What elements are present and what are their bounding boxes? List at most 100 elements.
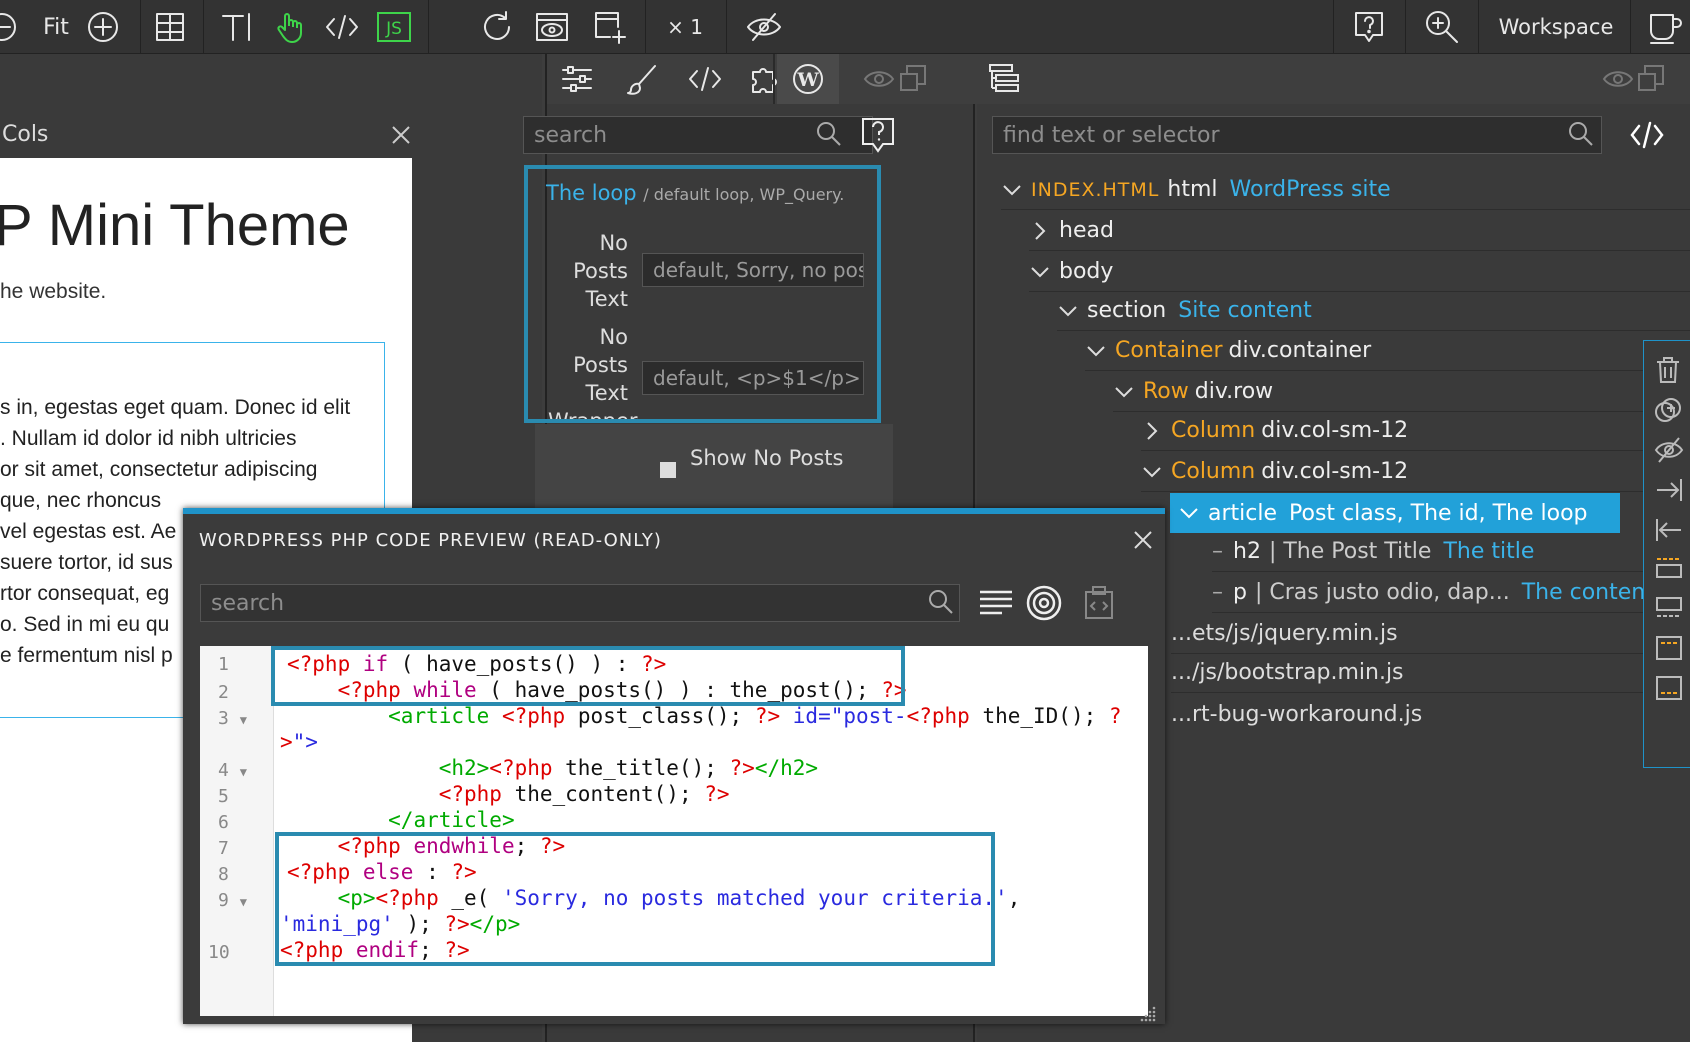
target-icon[interactable] — [1025, 584, 1063, 622]
indent-icon[interactable] — [1654, 475, 1684, 505]
no-posts-text-input[interactable]: default, Sorry, no posts — [642, 253, 864, 287]
tree-row-html[interactable]: INDEX.HTML html WordPress site — [1001, 170, 1690, 210]
code-icon[interactable] — [320, 0, 364, 54]
fold-icon[interactable]: ▼ — [240, 765, 247, 779]
code-line-6: </article> — [388, 808, 515, 832]
outdent-icon[interactable] — [1654, 515, 1684, 545]
no-posts-text-label: No Posts Text — [573, 231, 628, 311]
page-heading: P Mini Theme — [0, 193, 350, 258]
close-icon[interactable] — [390, 124, 412, 146]
loop-title: The loop — [546, 181, 637, 205]
code-tab-icon[interactable] — [687, 62, 723, 96]
tree-row-row[interactable]: Row div.row — [1113, 372, 1690, 412]
chevron-down-icon[interactable] — [1057, 300, 1079, 322]
preview-icon[interactable] — [530, 0, 574, 54]
add-page-icon[interactable] — [588, 0, 632, 54]
loop-section: The loop / default loop, WP_Query. No Po… — [524, 165, 881, 423]
fit-button[interactable]: Fit — [36, 0, 76, 54]
code-viewer[interactable]: 1 2 3 ▼ 4 ▼ 5 6 7 8 9 ▼ 10 <?php if ( ha… — [200, 646, 1148, 1016]
no-posts-wrapper-input[interactable]: default, <p>$1</p> — [642, 361, 864, 395]
chevron-down-icon[interactable] — [1178, 502, 1200, 524]
brush-icon[interactable] — [625, 62, 659, 96]
tree-row-container[interactable]: Container div.container — [1085, 331, 1690, 371]
fold-icon[interactable]: ▼ — [240, 713, 247, 727]
grid-layout-icon[interactable] — [150, 0, 190, 54]
cup-icon[interactable] — [1640, 0, 1690, 54]
search-zoom-icon[interactable] — [1418, 0, 1466, 54]
line-4-number: 4 ▼ — [218, 760, 247, 781]
insert-after-icon[interactable] — [1654, 593, 1684, 623]
tree-row-head[interactable]: head — [1029, 211, 1690, 251]
zoom-level[interactable]: × 1 — [660, 0, 710, 54]
chevron-down-icon[interactable] — [1141, 461, 1163, 483]
dash-icon: – — [1212, 539, 1223, 564]
properties-tabs: W — [547, 54, 977, 104]
no-posts-wrapper-label: No Posts Text Wrapper — [548, 325, 638, 423]
line-9-number: 9 ▼ — [218, 890, 247, 911]
chevron-down-icon[interactable] — [1029, 261, 1051, 283]
text-tool-icon[interactable] — [215, 0, 259, 54]
tree-list-icon[interactable] — [987, 62, 1021, 96]
tree-row-p[interactable]: – p | Cras justo odio, dap... The conten… — [1212, 573, 1690, 613]
help-bubble-icon[interactable] — [860, 116, 896, 154]
chevron-right-icon[interactable] — [1029, 220, 1051, 242]
svg-text:JS: JS — [385, 19, 402, 39]
duplicate-icon[interactable] — [1654, 396, 1682, 426]
wrap-lines-icon[interactable] — [978, 586, 1014, 620]
cols-panel-header: Cols — [0, 118, 412, 158]
php-preview-dialog: WORDPRESS PHP CODE PREVIEW (READ-ONLY) s… — [183, 508, 1165, 1024]
zoom-in-icon[interactable] — [84, 0, 122, 54]
append-icon[interactable] — [1654, 673, 1684, 703]
trash-icon[interactable] — [1654, 355, 1682, 385]
visibility-icon[interactable] — [863, 66, 895, 92]
tree-tabs — [977, 54, 1690, 104]
tree-row-h2[interactable]: – h2 | The Post Title The title — [1212, 532, 1690, 572]
fit-label: Fit — [43, 14, 69, 40]
refresh-icon[interactable] — [475, 0, 519, 54]
tree-detach-icon[interactable] — [1637, 64, 1665, 92]
code-line-5: <?php the_content(); ?> — [438, 782, 730, 806]
code-search-icon — [929, 590, 953, 614]
chevron-down-icon[interactable] — [1085, 340, 1107, 362]
javascript-icon[interactable]: JS — [372, 0, 416, 54]
tree-row-body[interactable]: body — [1029, 252, 1690, 292]
wordpress-tab[interactable]: W — [777, 54, 839, 104]
dash-icon: – — [1212, 580, 1223, 605]
line-3-number: 3 ▼ — [218, 708, 247, 729]
dialog-close-icon[interactable] — [1133, 530, 1153, 550]
tree-row-article-selected[interactable]: article Post class, The id, The loop — [1170, 493, 1620, 533]
detach-icon[interactable] — [899, 64, 927, 92]
code-line-4: <h2><?php the_title(); ?></h2> — [438, 756, 819, 780]
chevron-down-icon[interactable] — [1001, 179, 1023, 201]
chevron-right-icon[interactable] — [1141, 420, 1163, 442]
tree-row-section[interactable]: section Site content — [1057, 291, 1690, 331]
dialog-title: WORDPRESS PHP CODE PREVIEW (READ-ONLY) — [199, 530, 662, 551]
highlight-loop-end — [275, 832, 995, 966]
tree-row-column-1[interactable]: Column div.col-sm-12 — [1141, 411, 1690, 451]
tree-row-column-2[interactable]: Column div.col-sm-12 — [1141, 452, 1690, 492]
tree-search-input[interactable]: find text or selector — [992, 116, 1602, 154]
tree-row-bootstrap[interactable]: .../js/bootstrap.min.js — [1171, 653, 1690, 693]
interaction-hand-icon[interactable] — [268, 0, 312, 54]
svg-text:W: W — [796, 69, 819, 91]
settings-sliders-icon[interactable] — [559, 62, 595, 96]
resize-grip-icon[interactable] — [1138, 1004, 1158, 1024]
copy-code-icon[interactable] — [1083, 584, 1119, 620]
hide-icon[interactable] — [740, 0, 788, 54]
code-search-input[interactable]: search — [200, 584, 960, 622]
tree-row-jquery[interactable]: ...ets/js/jquery.min.js — [1171, 614, 1690, 654]
loop-subtitle: / default loop, WP_Query. — [643, 185, 845, 204]
fold-icon[interactable]: ▼ — [240, 895, 247, 909]
insert-before-icon[interactable] — [1654, 553, 1684, 583]
source-code-icon[interactable] — [1629, 120, 1665, 150]
chevron-down-icon[interactable] — [1113, 381, 1135, 403]
tree-row-workaround[interactable]: ...rt-bug-workaround.js — [1171, 694, 1690, 734]
prepend-icon[interactable] — [1654, 633, 1684, 663]
workspace-button[interactable]: Workspace — [1486, 0, 1626, 54]
hide-element-icon[interactable] — [1654, 435, 1684, 465]
zoom-out-icon[interactable] — [0, 0, 24, 54]
help-icon[interactable] — [1345, 0, 1393, 54]
search-icon — [817, 122, 841, 146]
tree-visibility-icon[interactable] — [1602, 66, 1634, 92]
show-no-posts-checkbox[interactable] — [660, 462, 676, 478]
